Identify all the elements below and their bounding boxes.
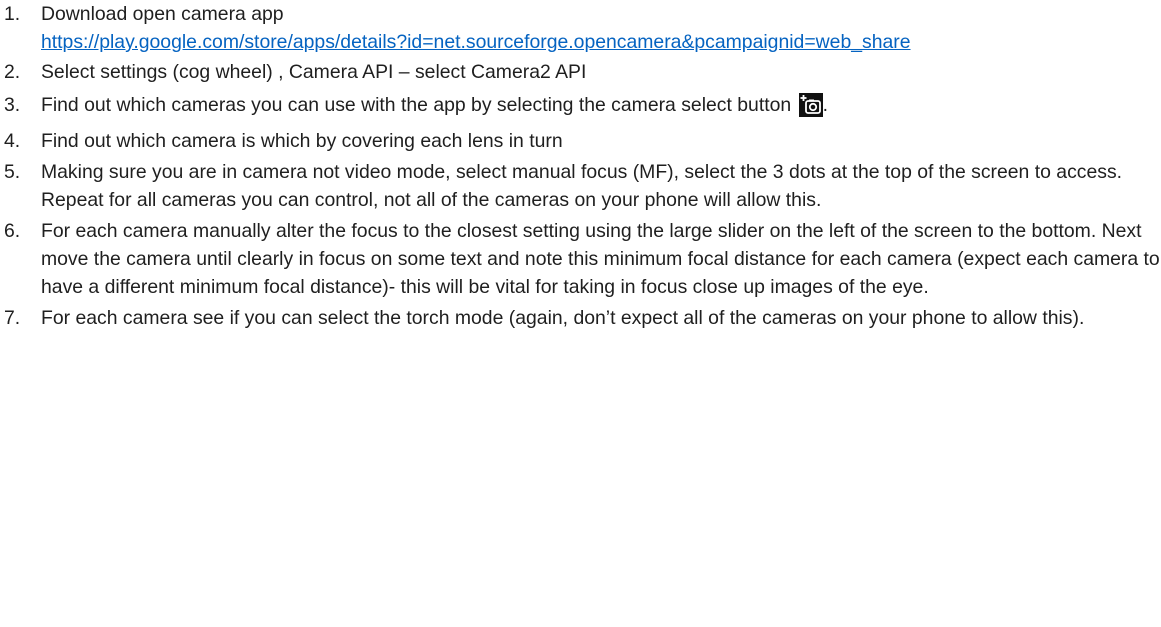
list-item: 3. Find out which cameras you can use wi… xyxy=(0,91,1161,125)
list-number: 3. xyxy=(4,94,21,116)
step-suffix: . xyxy=(822,94,828,116)
list-number: 1. xyxy=(4,3,21,25)
camera-switch-icon xyxy=(798,93,823,125)
app-store-link[interactable]: https://play.google.com/store/apps/detai… xyxy=(41,28,1161,56)
list-number: 7. xyxy=(4,307,21,329)
step-line: Find out which cameras you can use with … xyxy=(41,91,1161,125)
list-item: 1. Download open camera app https://play… xyxy=(0,0,1161,56)
list-number: 2. xyxy=(4,61,21,83)
list-number: 6. xyxy=(4,220,21,242)
step-text: Select settings (cog wheel) , Camera API… xyxy=(41,61,587,83)
step-text: For each camera manually alter the focus… xyxy=(41,220,1160,298)
document: 1. Download open camera app https://play… xyxy=(0,0,1161,335)
list-item: 6. For each camera manually alter the fo… xyxy=(0,217,1161,301)
list-number: 5. xyxy=(4,161,21,183)
list-item: 5. Making sure you are in camera not vid… xyxy=(0,158,1161,214)
list-item: 7. For each camera see if you can select… xyxy=(0,304,1161,332)
step-text: Making sure you are in camera not video … xyxy=(41,161,1123,211)
step-text: Find out which camera is which by coveri… xyxy=(41,130,563,152)
list-number: 4. xyxy=(4,130,21,152)
list-item: 2. Select settings (cog wheel) , Camera … xyxy=(0,58,1161,86)
list-item: 4. Find out which camera is which by cov… xyxy=(0,127,1161,155)
step-text: Download open camera app xyxy=(41,3,284,25)
step-text: Find out which cameras you can use with … xyxy=(41,94,792,116)
step-text: For each camera see if you can select th… xyxy=(41,307,1085,329)
instruction-list: 1. Download open camera app https://play… xyxy=(0,0,1161,332)
